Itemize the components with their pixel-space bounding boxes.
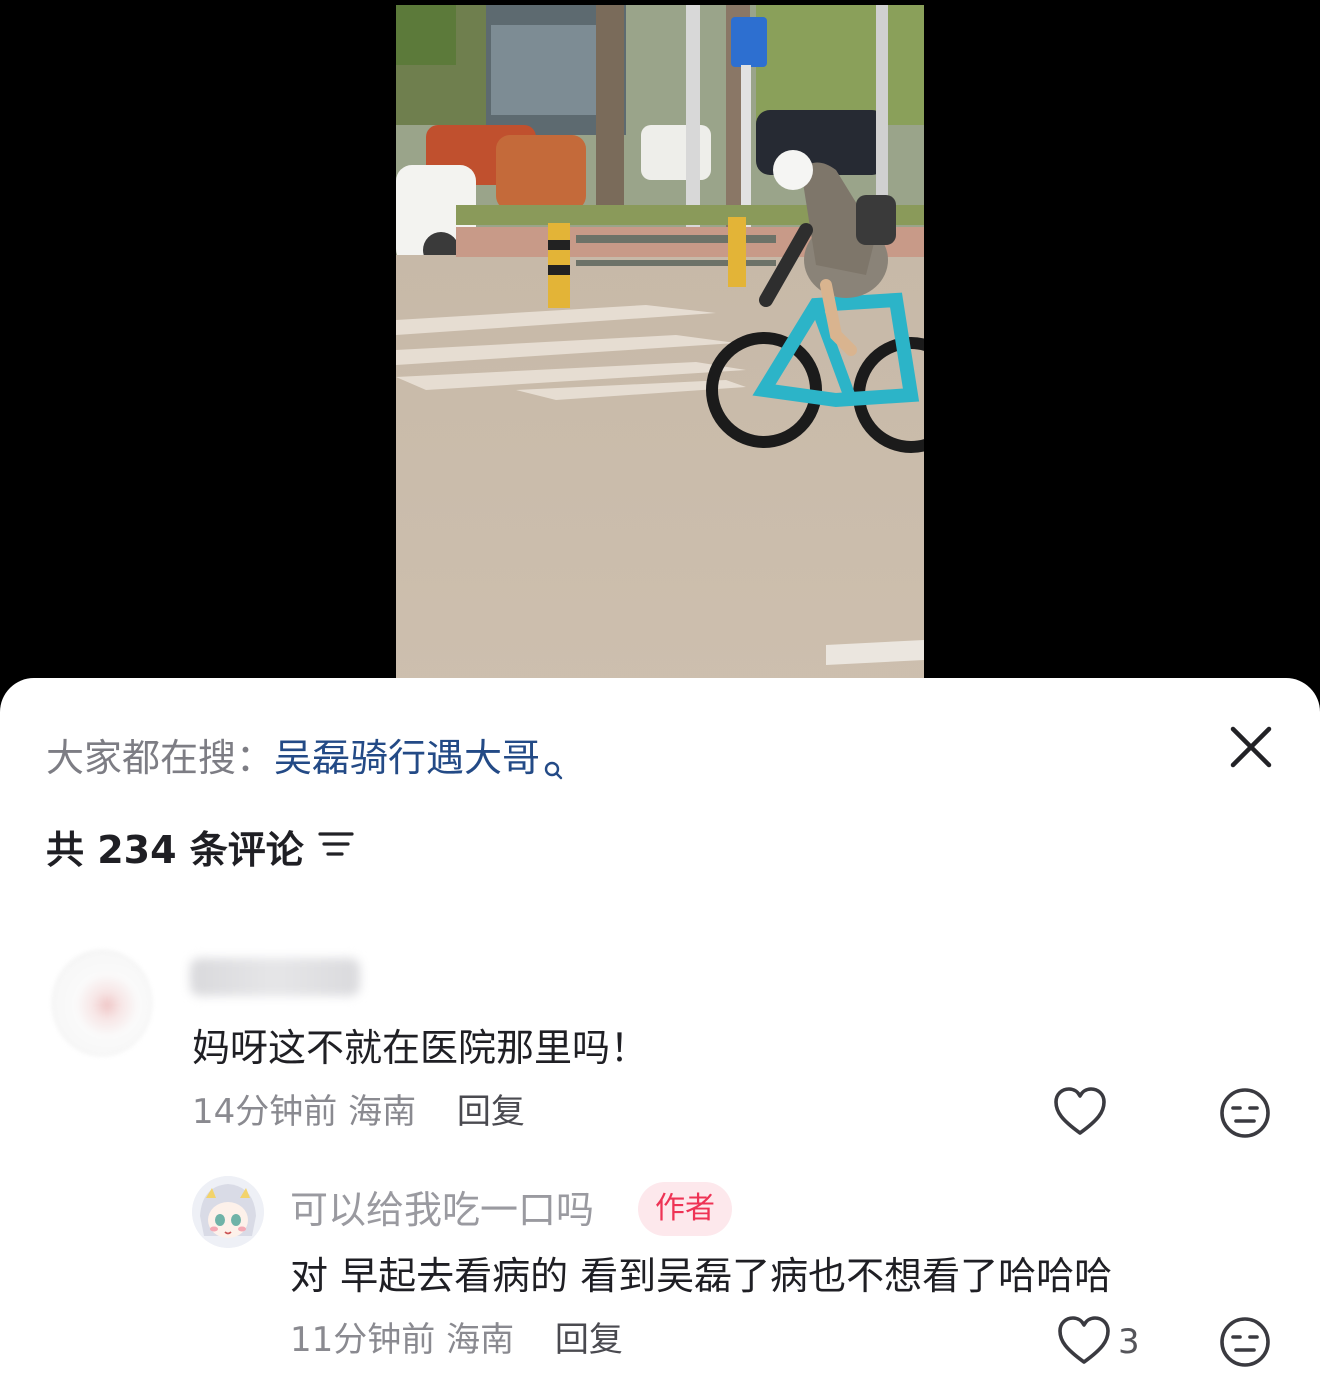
comment-username-blurred[interactable] <box>190 958 360 996</box>
like-button[interactable] <box>1052 1086 1108 1138</box>
sort-icon[interactable] <box>318 829 354 863</box>
dislike-button[interactable] <box>1218 1086 1272 1140</box>
close-icon <box>1230 726 1272 768</box>
trending-search-bar[interactable]: 大家都在搜：吴磊骑行遇大哥 <box>46 728 564 798</box>
close-button[interactable] <box>1222 718 1280 776</box>
meh-face-icon <box>1220 1317 1270 1367</box>
author-badge: 作者 <box>638 1182 732 1236</box>
reply-text: 对 早起去看病的 看到吴磊了病也不想看了哈哈哈 <box>290 1254 1113 1298</box>
like-count: 3 <box>1118 1322 1140 1362</box>
dislike-button[interactable] <box>1218 1315 1272 1369</box>
video-frame-image <box>396 5 924 695</box>
avatar[interactable] <box>52 950 152 1056</box>
reply-time: 11分钟前 <box>290 1320 436 1360</box>
like-button[interactable] <box>1056 1315 1112 1367</box>
comments-header: 共 234 条评论 <box>46 816 354 876</box>
anime-avatar-image <box>192 1176 264 1248</box>
heart-icon <box>1058 1316 1110 1364</box>
comment-text: 妈呀这不就在医院那里吗！ <box>192 1026 649 1070</box>
reply-button[interactable]: 回复 <box>457 1092 525 1132</box>
comment-time: 14分钟前 <box>192 1092 338 1132</box>
comment-location: 海南 <box>348 1092 417 1132</box>
comment-meta: 14分钟前 海南 回复 <box>192 1086 525 1138</box>
reply-username[interactable]: 可以给我吃一口吗 <box>290 1182 594 1238</box>
comments-panel: 大家都在搜：吴磊骑行遇大哥 共 234 条评论 妈呀这不就在医院那里吗！ 14分… <box>0 678 1320 1387</box>
reply-location: 海南 <box>446 1320 515 1360</box>
reply-meta: 11分钟前 海南 回复 <box>290 1314 623 1366</box>
avatar[interactable] <box>192 1176 264 1248</box>
trending-search-prefix: 大家都在搜： <box>46 736 275 780</box>
heart-icon <box>1054 1087 1106 1135</box>
video-player[interactable] <box>396 5 924 695</box>
reply-button[interactable]: 回复 <box>555 1320 623 1360</box>
meh-face-icon <box>1220 1088 1270 1138</box>
comment-count-label: 共 234 条评论 <box>46 827 304 872</box>
search-icon <box>544 738 564 798</box>
trending-search-term[interactable]: 吴磊骑行遇大哥 <box>274 736 540 780</box>
screen: 大家都在搜：吴磊骑行遇大哥 共 234 条评论 妈呀这不就在医院那里吗！ 14分… <box>0 0 1320 1387</box>
